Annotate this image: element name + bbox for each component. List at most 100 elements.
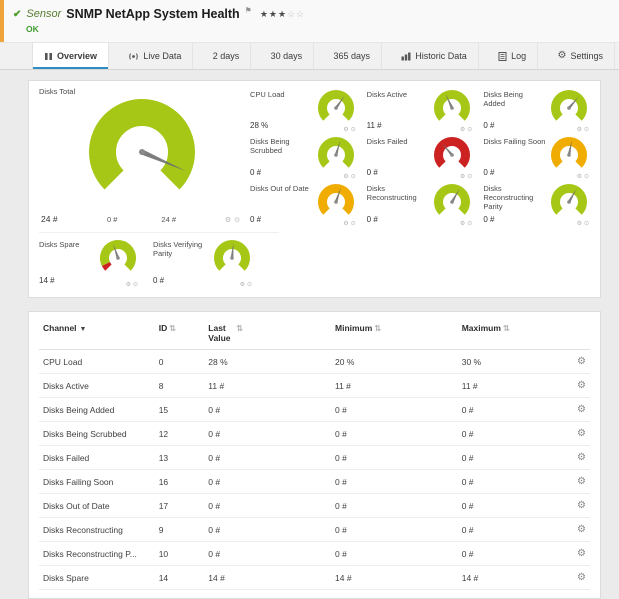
col-channel[interactable]: Channel▼ — [39, 314, 155, 350]
channel-settings-gear-icon[interactable]: ⚙ — [577, 525, 586, 535]
channel-settings-gear-icon[interactable]: ⚙ — [577, 357, 586, 367]
content-area: Disks Total 24 # 0 # 24 # ⚙ ⊙ CPU Load 2… — [0, 70, 619, 599]
cell-id: 8 — [155, 374, 205, 398]
col-maximum[interactable]: Maximum⇅ — [458, 314, 557, 350]
cell-id: 16 — [155, 470, 205, 494]
cell-channel: Disks Failed — [39, 446, 155, 470]
channel-settings-gear-icon[interactable]: ⚙ — [577, 549, 586, 559]
gauge-title: Disks Out of Date — [250, 184, 309, 193]
table-row[interactable]: Disks Out of Date 17 0 # 0 # 0 # ⚙ — [39, 494, 590, 518]
col-last-value[interactable]: Last Value⇅ — [204, 314, 331, 350]
table-row[interactable]: Disks Spare 14 14 # 14 # 14 # ⚙ — [39, 566, 590, 590]
channel-settings-gear-icon[interactable]: ⚙ — [577, 501, 586, 511]
gauge-tile[interactable]: Disks Verifying Parity 0 # ⚙ ⊙ — [153, 237, 253, 289]
clock-icon[interactable]: ⊙ — [234, 216, 240, 224]
tab-settings[interactable]: ⚙ Settings — [547, 43, 616, 69]
table-row[interactable]: Disks Being Added 15 0 # 0 # 0 # ⚙ — [39, 398, 590, 422]
main-gauge-dial — [88, 98, 196, 206]
gauge-title: Disks Total — [39, 87, 244, 96]
gauge-title: Disks Being Scrubbed — [250, 137, 313, 155]
gear-icon[interactable]: ⚙ — [343, 173, 348, 180]
gauge-tile[interactable]: Disks Reconstructing Parity 0 # ⚙ ⊙ — [483, 181, 590, 228]
cell-maximum: 0 # — [458, 446, 557, 470]
col-minimum[interactable]: Minimum⇅ — [331, 314, 458, 350]
gauge-tile[interactable]: Disks Out of Date 0 # ⚙ ⊙ — [250, 181, 357, 228]
table-header-row: Channel▼ ID⇅ Last Value⇅ Minimum⇅ Maximu… — [39, 314, 590, 350]
table-row[interactable]: Disks Reconstructing P... 10 0 # 0 # 0 #… — [39, 542, 590, 566]
table-row[interactable]: CPU Load 0 28 % 20 % 30 % ⚙ — [39, 350, 590, 374]
table-row[interactable]: Disks Failing Soon 16 0 # 0 # 0 # ⚙ — [39, 470, 590, 494]
channel-settings-gear-icon[interactable]: ⚙ — [577, 429, 586, 439]
priority-flag-icon[interactable]: ⚑ — [245, 6, 252, 15]
tab-30-days[interactable]: 30 days — [260, 43, 315, 69]
col-id[interactable]: ID⇅ — [155, 314, 205, 350]
cell-id: 0 — [155, 350, 205, 374]
clock-icon[interactable]: ⊙ — [584, 173, 589, 180]
channels-table-panel: Channel▼ ID⇅ Last Value⇅ Minimum⇅ Maximu… — [28, 311, 601, 599]
clock-icon[interactable]: ⊙ — [584, 126, 589, 133]
gear-icon[interactable]: ⚙ — [577, 126, 582, 133]
gauge-tile[interactable]: Disks Spare 14 # ⚙ ⊙ — [39, 237, 139, 289]
gear-icon[interactable]: ⚙ — [460, 126, 465, 133]
gear-icon[interactable]: ⚙ — [460, 220, 465, 227]
stars-empty[interactable]: ☆☆ — [287, 9, 305, 19]
gauge-tile[interactable]: CPU Load 28 % ⚙ ⊙ — [250, 87, 357, 134]
overview-icon — [44, 52, 53, 61]
table-row[interactable]: Disks Failed 13 0 # 0 # 0 # ⚙ — [39, 446, 590, 470]
gauge-tile[interactable]: Disks Being Scrubbed 0 # ⚙ ⊙ — [250, 134, 357, 181]
stars-filled[interactable]: ★★★ — [260, 9, 287, 19]
gear-icon[interactable]: ⚙ — [460, 173, 465, 180]
clock-icon[interactable]: ⊙ — [351, 220, 356, 227]
channel-settings-gear-icon[interactable]: ⚙ — [577, 405, 586, 415]
gauge-tile[interactable]: Disks Reconstructing 0 # ⚙ ⊙ — [367, 181, 474, 228]
gear-icon[interactable]: ⚙ — [225, 216, 231, 224]
gear-icon[interactable]: ⚙ — [343, 220, 348, 227]
sensor-title: SNMP NetApp System Health — [66, 7, 239, 21]
tab-2-days[interactable]: 2 days — [202, 43, 252, 69]
tab-365-days[interactable]: 365 days — [322, 43, 382, 69]
cell-id: 14 — [155, 566, 205, 590]
channel-settings-gear-icon[interactable]: ⚙ — [577, 381, 586, 391]
table-row[interactable]: Disks Being Scrubbed 12 0 # 0 # 0 # ⚙ — [39, 422, 590, 446]
tab-log[interactable]: Log — [487, 43, 538, 69]
clock-icon[interactable]: ⊙ — [467, 173, 472, 180]
gauge-tile[interactable]: Disks Being Added 0 # ⚙ ⊙ — [483, 87, 590, 134]
cell-minimum: 0 # — [331, 518, 458, 542]
gauge-title: Disks Reconstructing — [367, 184, 430, 202]
clock-icon[interactable]: ⊙ — [247, 281, 252, 288]
tab-label: 365 days — [333, 51, 370, 61]
gear-icon[interactable]: ⚙ — [577, 173, 582, 180]
clock-icon[interactable]: ⊙ — [351, 126, 356, 133]
clock-icon[interactable]: ⊙ — [467, 126, 472, 133]
cell-channel: Disks Being Scrubbed — [39, 422, 155, 446]
channel-settings-gear-icon[interactable]: ⚙ — [577, 477, 586, 487]
clock-icon[interactable]: ⊙ — [584, 220, 589, 227]
clock-icon[interactable]: ⊙ — [133, 281, 138, 288]
table-row[interactable]: Disks Active 8 11 # 11 # 11 # ⚙ — [39, 374, 590, 398]
cell-last-value: 0 # — [204, 494, 331, 518]
tab-overview[interactable]: Overview — [32, 43, 109, 69]
clock-icon[interactable]: ⊙ — [351, 173, 356, 180]
channel-settings-gear-icon[interactable]: ⚙ — [577, 453, 586, 463]
clock-icon[interactable]: ⊙ — [467, 220, 472, 227]
gauge-tile[interactable]: Disks Active 11 # ⚙ ⊙ — [367, 87, 474, 134]
priority-stars[interactable]: ★★★☆☆ — [260, 9, 305, 20]
tab-live-data[interactable]: Live Data — [117, 43, 193, 69]
gear-icon[interactable]: ⚙ — [240, 281, 245, 288]
table-row[interactable]: Disks Reconstructing 9 0 # 0 # 0 # ⚙ — [39, 518, 590, 542]
gauge-tile[interactable]: Disks Failing Soon 0 # ⚙ ⊙ — [483, 134, 590, 181]
log-icon — [498, 52, 507, 61]
gear-icon[interactable]: ⚙ — [343, 126, 348, 133]
cell-id: 13 — [155, 446, 205, 470]
cell-channel: Disks Reconstructing P... — [39, 542, 155, 566]
tab-label: Settings — [570, 51, 603, 61]
tab-label: Log — [511, 51, 526, 61]
main-gauge-tile[interactable]: Disks Total 24 # 0 # 24 # ⚙ ⊙ — [39, 87, 244, 228]
gauge-tile[interactable]: Disks Failed 0 # ⚙ ⊙ — [367, 134, 474, 181]
gauge-value: 0 # — [483, 215, 546, 224]
channel-settings-gear-icon[interactable]: ⚙ — [577, 573, 586, 583]
gear-icon[interactable]: ⚙ — [577, 220, 582, 227]
sort-icon: ⇅ — [236, 324, 243, 333]
tab-historic-data[interactable]: Historic Data — [390, 43, 479, 69]
gear-icon[interactable]: ⚙ — [126, 281, 131, 288]
